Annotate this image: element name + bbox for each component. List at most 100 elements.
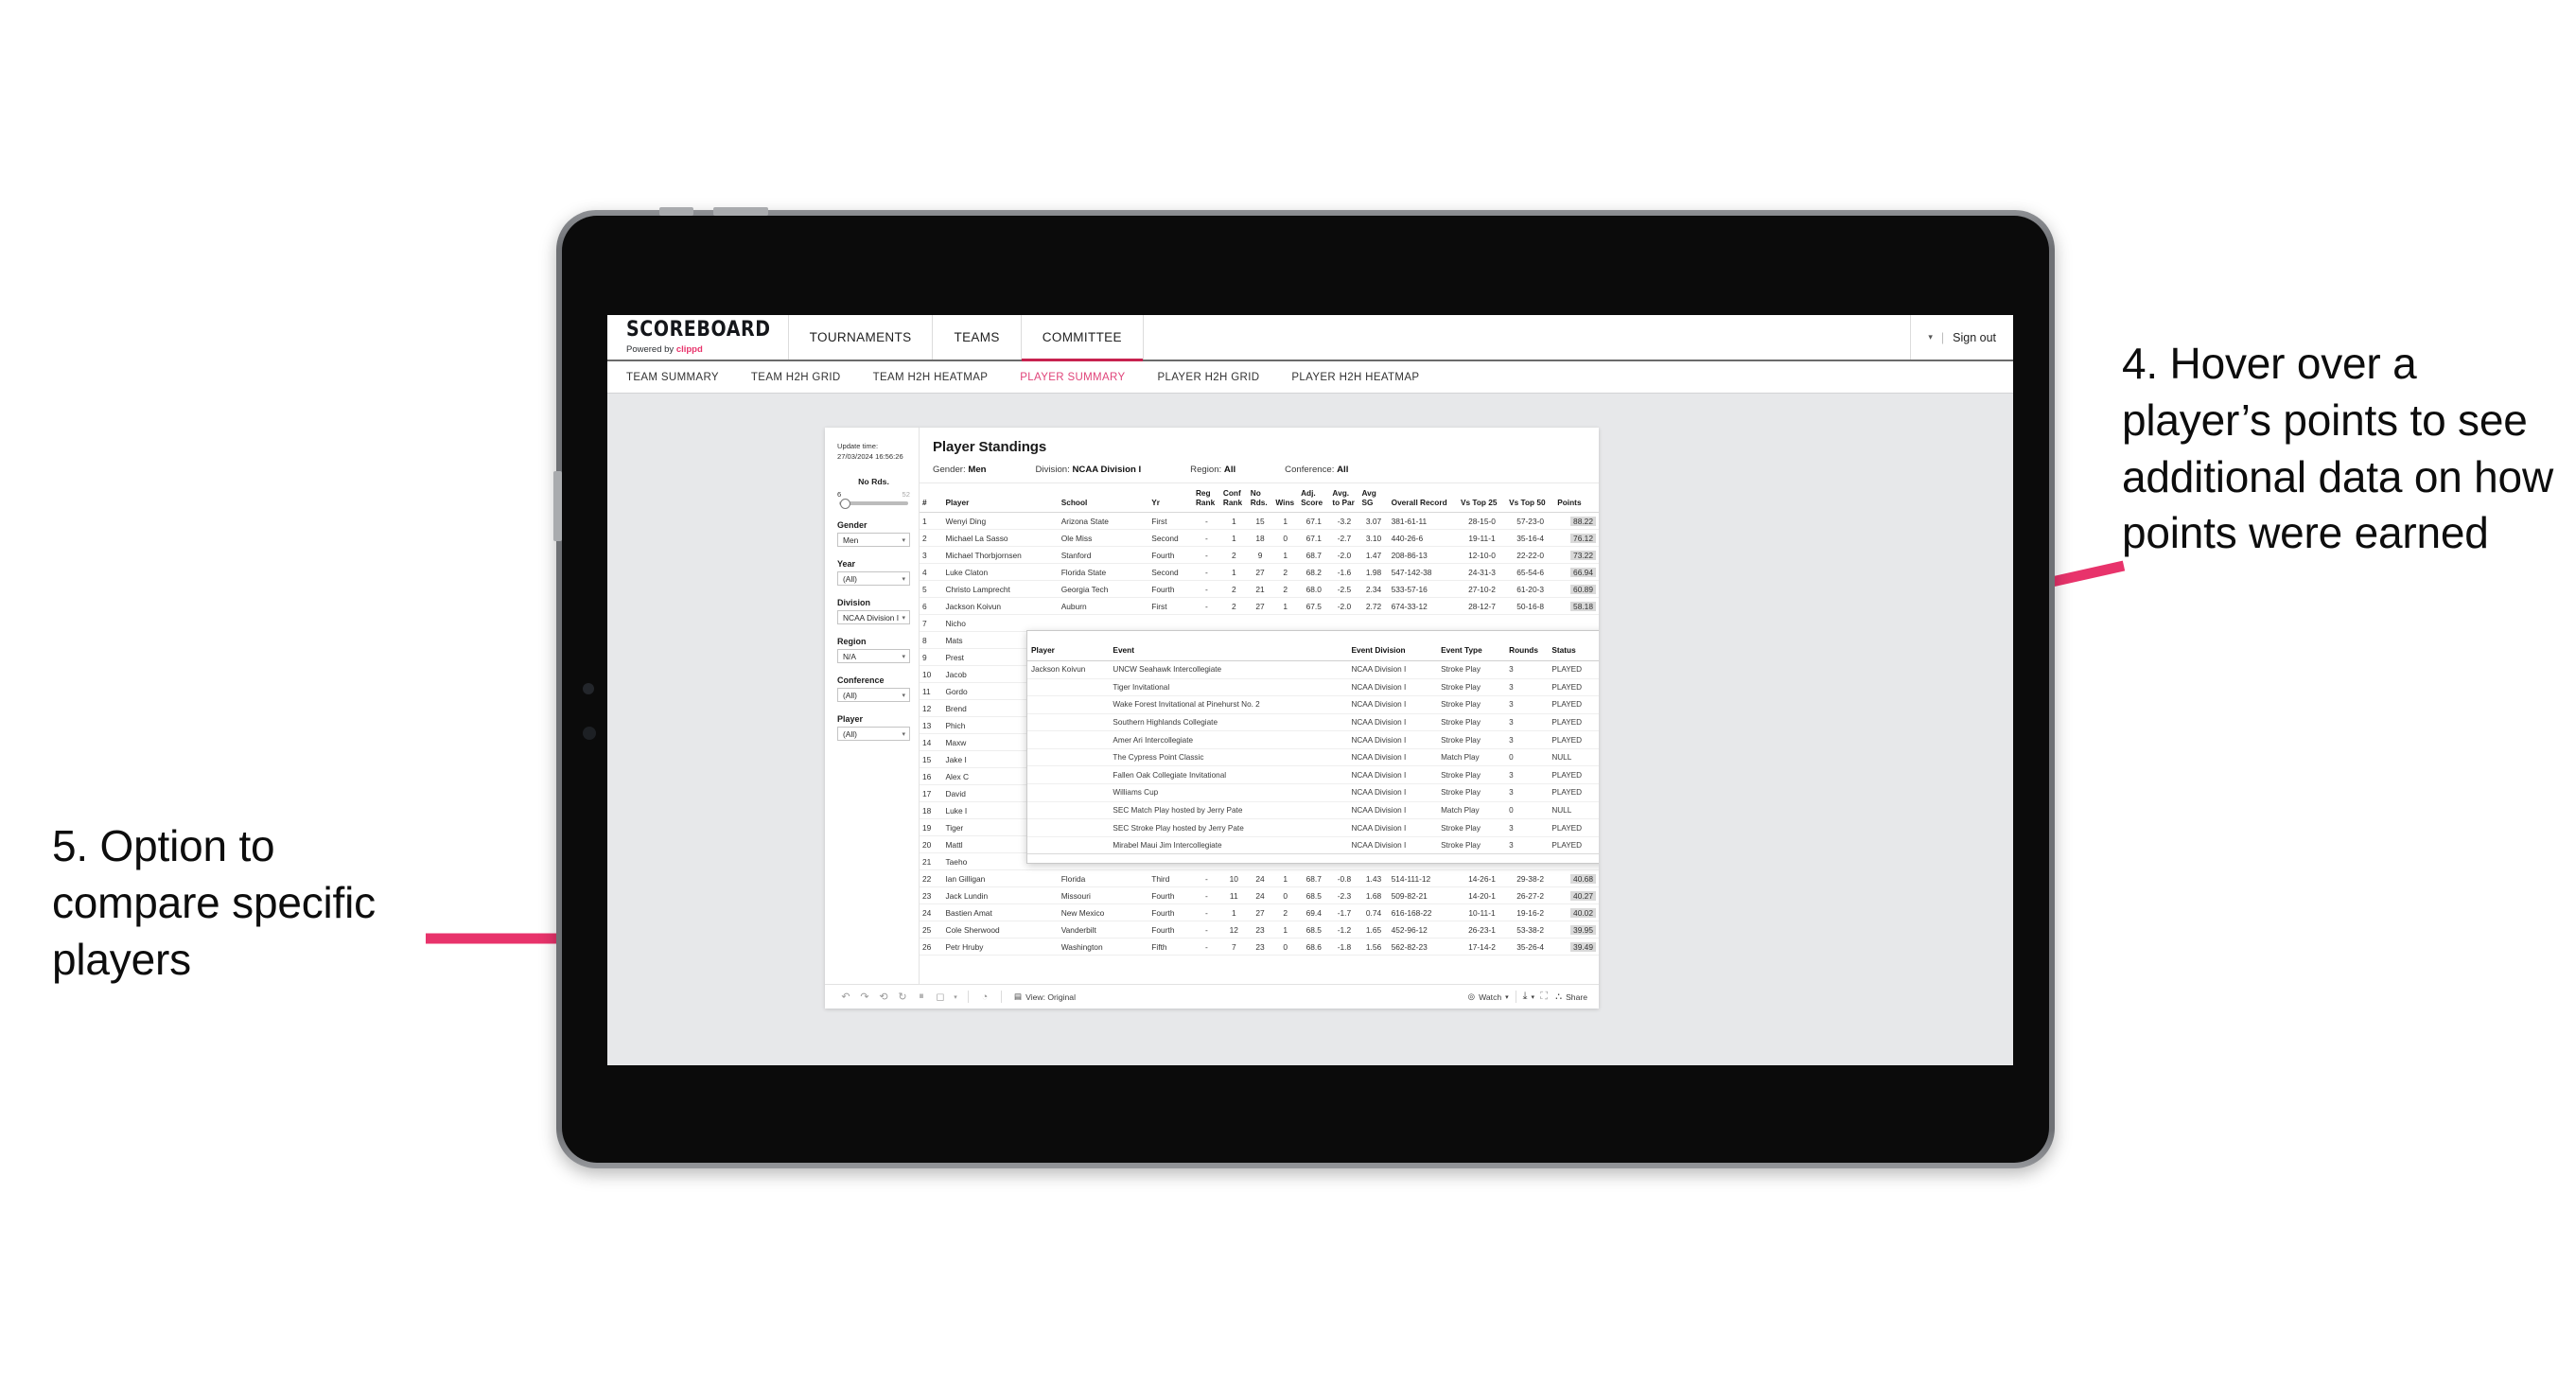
download-button[interactable]: ⤓ ▾ <box>1523 991 1534 1003</box>
points-value[interactable]: 66.94 <box>1570 567 1596 577</box>
subtab-team-summary[interactable]: TEAM SUMMARY <box>626 372 719 383</box>
points-cell[interactable]: 40.27 <box>1554 886 1599 905</box>
year-select[interactable]: (All) ▾ <box>837 571 910 586</box>
power-button[interactable] <box>553 471 562 541</box>
view-original-button[interactable]: ▤ View: Original <box>1014 991 1076 1002</box>
revert-icon[interactable]: ⟲ <box>874 991 893 1003</box>
points-value[interactable]: 40.68 <box>1570 873 1596 884</box>
table-row[interactable]: 22 Ian Gilligan Florida Third -10 24 1 68.7 -0.8… <box>920 869 1599 888</box>
points-value[interactable]: 58.18 <box>1570 601 1596 611</box>
region-select[interactable]: N/A ▾ <box>837 649 910 663</box>
table-row[interactable]: 25 Cole Sherwood Vanderbilt Fourth -12 23 1 68.… <box>920 921 1599 939</box>
col-reg-rank[interactable]: Reg Rank <box>1192 483 1220 514</box>
sign-out-link[interactable]: Sign out <box>1953 331 1996 344</box>
col-avg-sg[interactable]: Avg SG <box>1358 483 1389 514</box>
undo-icon[interactable]: ↶ <box>836 991 855 1003</box>
points-value[interactable]: 39.49 <box>1570 941 1596 952</box>
brand-sub-prefix: Powered by <box>626 343 676 355</box>
points-value[interactable]: 73.22 <box>1570 550 1596 560</box>
col-vs-top-25[interactable]: Vs Top 25 <box>1457 483 1507 514</box>
nav-tab-committee[interactable]: COMMITTEE <box>1021 315 1144 361</box>
tooltip-status-cell: PLAYED <box>1548 660 1599 679</box>
col-year[interactable]: Yr <box>1148 483 1193 514</box>
vs-top-50-cell: 29-38-2 <box>1506 869 1555 888</box>
points-cell[interactable]: 39.49 <box>1554 938 1599 956</box>
table-row[interactable]: 3 Michael Thorbjornsen Stanford Fourth -2 9 1 6… <box>920 546 1599 565</box>
points-cell[interactable]: 39.95 <box>1554 921 1599 939</box>
points-cell[interactable]: 76.12 <box>1554 529 1599 548</box>
pause-icon[interactable]: ⏸ <box>912 991 931 1003</box>
tooltip-status-cell: PLAYED <box>1548 818 1599 837</box>
col-adj-score[interactable]: Adj. Score <box>1298 483 1330 514</box>
col-no-rounds[interactable]: No Rds. <box>1247 483 1273 514</box>
rounds-slider[interactable] <box>839 498 908 509</box>
alerts-icon[interactable]: ◻ <box>931 991 950 1003</box>
points-value[interactable]: 88.22 <box>1570 516 1596 526</box>
table-row[interactable]: 1 Wenyi Ding Arizona State First -1 15 1 67.1 -3… <box>920 512 1599 531</box>
points-cell[interactable]: 60.89 <box>1554 580 1599 599</box>
col-overall-record[interactable]: Overall Record <box>1388 483 1458 514</box>
col-school[interactable]: School <box>1058 483 1149 514</box>
points-value[interactable]: 40.27 <box>1570 890 1596 901</box>
points-value[interactable]: 76.12 <box>1570 533 1596 543</box>
points-value[interactable]: 39.95 <box>1570 924 1596 935</box>
points-value[interactable]: 60.89 <box>1570 584 1596 594</box>
avg-to-par-cell <box>1329 614 1359 633</box>
chevron-down-icon[interactable]: ▾ <box>1928 332 1933 342</box>
subtab-player-summary[interactable]: PLAYER SUMMARY <box>1020 372 1125 383</box>
table-row[interactable]: 5 Christo Lamprecht Georgia Tech Fourth -2 21… <box>920 580 1599 599</box>
col-player[interactable]: Player <box>942 483 1059 514</box>
tooltip-player-cell <box>1027 801 1110 820</box>
points-cell[interactable] <box>1554 614 1599 633</box>
col-wins[interactable]: Wins <box>1272 483 1299 514</box>
redo-icon[interactable]: ↷ <box>855 991 874 1003</box>
table-row[interactable]: 2 Michael La Sasso Ole Miss Second -1 18 0 67.1… <box>920 529 1599 548</box>
division-select[interactable]: NCAA Division I ▾ <box>837 610 910 624</box>
standings-table-wrap[interactable]: # Player School Yr Reg Rank Conf Rank No… <box>920 483 1599 984</box>
col-avg-to-par[interactable]: Avg. to Par <box>1329 483 1359 514</box>
subtab-player-h2h-heatmap[interactable]: PLAYER H2H HEATMAP <box>1291 372 1419 383</box>
table-row[interactable]: 4 Luke Claton Florida State Second -1 27 2 68.2… <box>920 563 1599 582</box>
conference-select[interactable]: (All) ▾ <box>837 688 910 702</box>
gender-select[interactable]: Men ▾ <box>837 533 910 547</box>
col-rank[interactable]: # <box>920 483 943 514</box>
table-row[interactable]: 7 Nicho <box>920 614 1599 633</box>
subtab-player-h2h-grid[interactable]: PLAYER H2H GRID <box>1157 372 1259 383</box>
table-row[interactable]: 24 Bastien Amat New Mexico Fourth -1 27 2 69.4-… <box>920 904 1599 922</box>
slider-handle[interactable] <box>840 498 850 509</box>
avg-sg-cell: 1.47 <box>1358 546 1389 565</box>
brand-logo[interactable]: SCOREBOARD Powered by clippd <box>607 315 789 360</box>
share-button[interactable]: ∴ Share <box>1555 991 1587 1003</box>
col-points[interactable]: Points <box>1554 483 1599 514</box>
points-cell[interactable]: 66.94 <box>1554 563 1599 582</box>
watch-button[interactable]: ◎ Watch ▾ <box>1468 991 1509 1002</box>
points-value[interactable]: 40.02 <box>1570 907 1596 918</box>
nav-tab-tournaments[interactable]: TOURNAMENTS <box>789 315 934 360</box>
clock-icon[interactable]: ◔ <box>975 991 994 1003</box>
subtab-team-h2h-heatmap[interactable]: TEAM H2H HEATMAP <box>873 372 989 383</box>
table-row[interactable]: 23 Jack Lundin Missouri Fourth -11 24 0 68.5 -2.… <box>920 886 1599 905</box>
nav-tab-teams[interactable]: TEAMS <box>933 315 1022 360</box>
tooltip-division-cell: NCAA Division I <box>1347 801 1438 820</box>
col-vs-top-50[interactable]: Vs Top 50 <box>1506 483 1555 514</box>
table-row[interactable]: 26 Petr Hruby Washington Fifth -7 23 0 68.6 -1.8… <box>920 938 1599 956</box>
points-cell[interactable]: 73.22 <box>1554 546 1599 565</box>
col-conf-rank[interactable]: Conf Rank <box>1219 483 1248 514</box>
subtab-team-h2h-grid[interactable]: TEAM H2H GRID <box>751 372 841 383</box>
chevron-down-icon[interactable]: ▾ <box>950 993 961 1001</box>
conf-rank-cell: 7 <box>1219 938 1248 956</box>
filter-gender-label: Gender <box>837 520 867 530</box>
chevron-down-icon: ▾ <box>902 653 905 660</box>
points-cell[interactable]: 58.18 <box>1554 597 1599 616</box>
refresh-icon[interactable]: ↻ <box>893 991 912 1003</box>
summary-gender-value: Men <box>968 465 987 475</box>
points-cell[interactable]: 40.02 <box>1554 904 1599 922</box>
player-select[interactable]: (All) ▾ <box>837 727 910 741</box>
volume-up-button[interactable] <box>659 207 693 216</box>
dashboard-content: Player Standings Gender: Men Division: N… <box>920 428 1599 984</box>
fullscreen-icon[interactable]: ⛶ <box>1534 991 1553 1003</box>
points-cell[interactable]: 40.68 <box>1554 869 1599 888</box>
table-row[interactable]: 6 Jackson Koivun Auburn First -2 27 1 67.5 -2.0 2… <box>920 597 1599 616</box>
points-cell[interactable]: 88.22 <box>1554 512 1599 531</box>
volume-down-button[interactable] <box>713 207 768 216</box>
